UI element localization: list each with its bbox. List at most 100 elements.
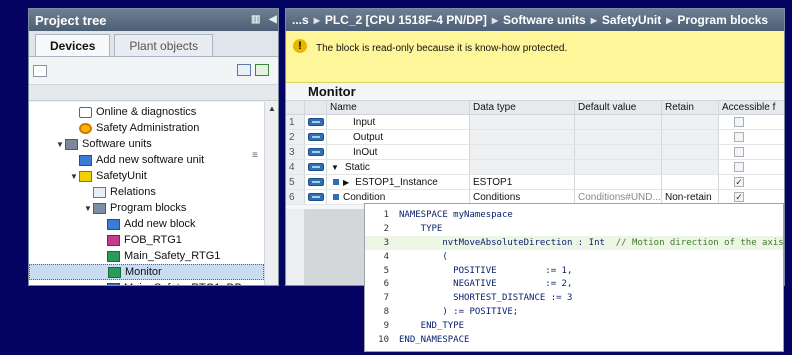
table-row[interactable]: 2 Output [286, 130, 784, 145]
variable-name: Output [353, 131, 384, 143]
retain-cell[interactable] [662, 145, 719, 159]
accessible-checkbox[interactable] [734, 147, 744, 157]
default-value-cell[interactable] [575, 160, 662, 174]
name-cell[interactable]: InOut [327, 145, 470, 159]
column-header[interactable] [305, 101, 327, 114]
expand-arrow-icon[interactable]: ▼ [83, 204, 93, 213]
tree-item[interactable]: ▼ Program blocks [29, 200, 264, 216]
collapse-panel-icon[interactable]: ◀ [269, 14, 277, 25]
tree-item[interactable]: Online & diagnostics [29, 104, 264, 120]
breadcrumb-item[interactable]: SafetyUnit [602, 13, 661, 27]
io-section-cell [305, 145, 327, 159]
tree-item[interactable]: Monitor [29, 264, 264, 280]
accessible-cell[interactable] [719, 160, 784, 174]
device-view-icon[interactable] [33, 65, 47, 77]
name-cell[interactable]: ▶ ESTOP1_Instance [327, 175, 470, 189]
accessible-checkbox[interactable] [734, 117, 744, 127]
accessible-cell[interactable] [719, 130, 784, 144]
default-value-cell[interactable] [575, 175, 662, 189]
panel-resize-grip-icon[interactable]: ≡ [252, 150, 258, 161]
default-value-cell[interactable] [575, 115, 662, 129]
tree-item[interactable]: ▼ SafetyUnit [29, 168, 264, 184]
column-header[interactable]: Accessible f [719, 101, 784, 114]
tree-item-label: Main_Safety_RTG1 [124, 250, 221, 262]
tree-item-label: Program blocks [110, 202, 187, 214]
retain-cell[interactable] [662, 160, 719, 174]
accessible-cell[interactable] [719, 115, 784, 129]
retain-cell[interactable]: Non-retain [662, 190, 719, 204]
breadcrumb-item[interactable]: ...s [292, 13, 309, 27]
column-header[interactable]: Default value [575, 101, 662, 114]
default-value-cell[interactable] [575, 145, 662, 159]
data-type-cell[interactable] [470, 145, 575, 159]
tree-item[interactable]: Add new software unit [29, 152, 264, 168]
tab-devices[interactable]: Devices [35, 34, 111, 56]
default-value-cell[interactable] [575, 130, 662, 144]
data-type-cell[interactable]: Conditions [470, 190, 575, 204]
code-line[interactable]: 2 TYPE [365, 222, 783, 236]
tree-item[interactable]: Relations [29, 184, 264, 200]
accessible-cell[interactable]: ✓ [719, 190, 784, 204]
expand-arrow-icon[interactable]: ▼ [331, 163, 339, 172]
table-row[interactable]: 1 Input [286, 115, 784, 130]
code-line[interactable]: 1 NAMESPACE myNamespace [365, 208, 783, 222]
default-value-cell[interactable]: Conditions#UND... [575, 190, 662, 204]
code-line[interactable]: 9 END_TYPE [365, 319, 783, 333]
breadcrumb-item[interactable]: Software units [503, 13, 586, 27]
column-header[interactable] [286, 101, 305, 114]
table-row[interactable]: 5 ▶ ESTOP1_Instance ESTOP1 ✓ [286, 175, 784, 190]
data-type-cell[interactable] [470, 130, 575, 144]
name-cell[interactable]: Output [327, 130, 470, 144]
tree-item-label: Online & diagnostics [96, 106, 197, 118]
safety-unit-icon [79, 170, 92, 182]
accessible-checkbox[interactable] [734, 132, 744, 142]
accessible-checkbox[interactable] [734, 162, 744, 172]
table-row[interactable]: 4 ▼ Static [286, 160, 784, 175]
line-number: 5 [383, 265, 389, 276]
code-line[interactable]: 6 NEGATIVE := 2, [365, 277, 783, 291]
code-line[interactable]: 8 ) := POSITIVE; [365, 305, 783, 319]
interface-section-icon [308, 118, 324, 126]
accessible-cell[interactable]: ✓ [719, 175, 784, 189]
overview-icon[interactable] [237, 64, 251, 76]
accessible-checkbox[interactable]: ✓ [734, 177, 744, 187]
name-cell[interactable]: ▼ Static [327, 160, 470, 174]
code-line[interactable]: 7 SHORTEST_DISTANCE := 3 [365, 291, 783, 305]
tree-item-label: Relations [110, 186, 156, 198]
tree-item[interactable]: Add new block [29, 216, 264, 232]
accessible-cell[interactable] [719, 145, 784, 159]
table-row[interactable]: 3 InOut [286, 145, 784, 160]
code-line[interactable]: 5 POSITIVE := 1, [365, 264, 783, 278]
column-header[interactable]: Data type [470, 101, 575, 114]
data-type-cell[interactable]: ESTOP1 [470, 175, 575, 189]
column-header[interactable]: Retain [662, 101, 719, 114]
retain-cell[interactable] [662, 130, 719, 144]
retain-cell[interactable] [662, 115, 719, 129]
tree-scrollbar[interactable]: ▲ [264, 102, 278, 285]
code-line[interactable]: 10 END_NAMESPACE [365, 333, 783, 347]
tree-item[interactable]: Main_Safety_RTG1 [29, 248, 264, 264]
expand-arrow-icon[interactable]: ▶ [343, 178, 349, 187]
breadcrumb-item[interactable]: PLC_2 [CPU 1518F-4 PN/DP] [325, 13, 487, 27]
code-text: nvtMoveAbsoluteDirection : Int [399, 237, 616, 248]
column-header[interactable]: Name [327, 101, 470, 114]
split-view-icon[interactable]: ▥ [251, 14, 260, 25]
retain-cell[interactable] [662, 175, 719, 189]
name-cell[interactable]: Input [327, 115, 470, 129]
tree-item[interactable]: Safety Administration [29, 120, 264, 136]
expand-arrow-icon[interactable]: ▼ [55, 140, 65, 149]
data-type-cell[interactable] [470, 160, 575, 174]
name-cell[interactable]: Condition [327, 190, 470, 204]
tree-item[interactable]: FOB_RTG1 [29, 232, 264, 248]
network-view-icon[interactable] [255, 64, 269, 76]
code-line[interactable]: 4 ( [365, 250, 783, 264]
tree-item[interactable]: Main_Safety_RTG1_DB [29, 280, 264, 285]
breadcrumb-item[interactable]: Program blocks [677, 13, 768, 27]
scroll-up-icon[interactable]: ▲ [268, 104, 276, 113]
tree-item[interactable]: ▼ Software units [29, 136, 264, 152]
tab-plant-objects[interactable]: Plant objects [114, 34, 214, 56]
accessible-checkbox[interactable]: ✓ [734, 192, 744, 202]
expand-arrow-icon[interactable]: ▼ [69, 172, 79, 181]
code-line[interactable]: 3 nvtMoveAbsoluteDirection : Int // Moti… [365, 235, 783, 250]
data-type-cell[interactable] [470, 115, 575, 129]
